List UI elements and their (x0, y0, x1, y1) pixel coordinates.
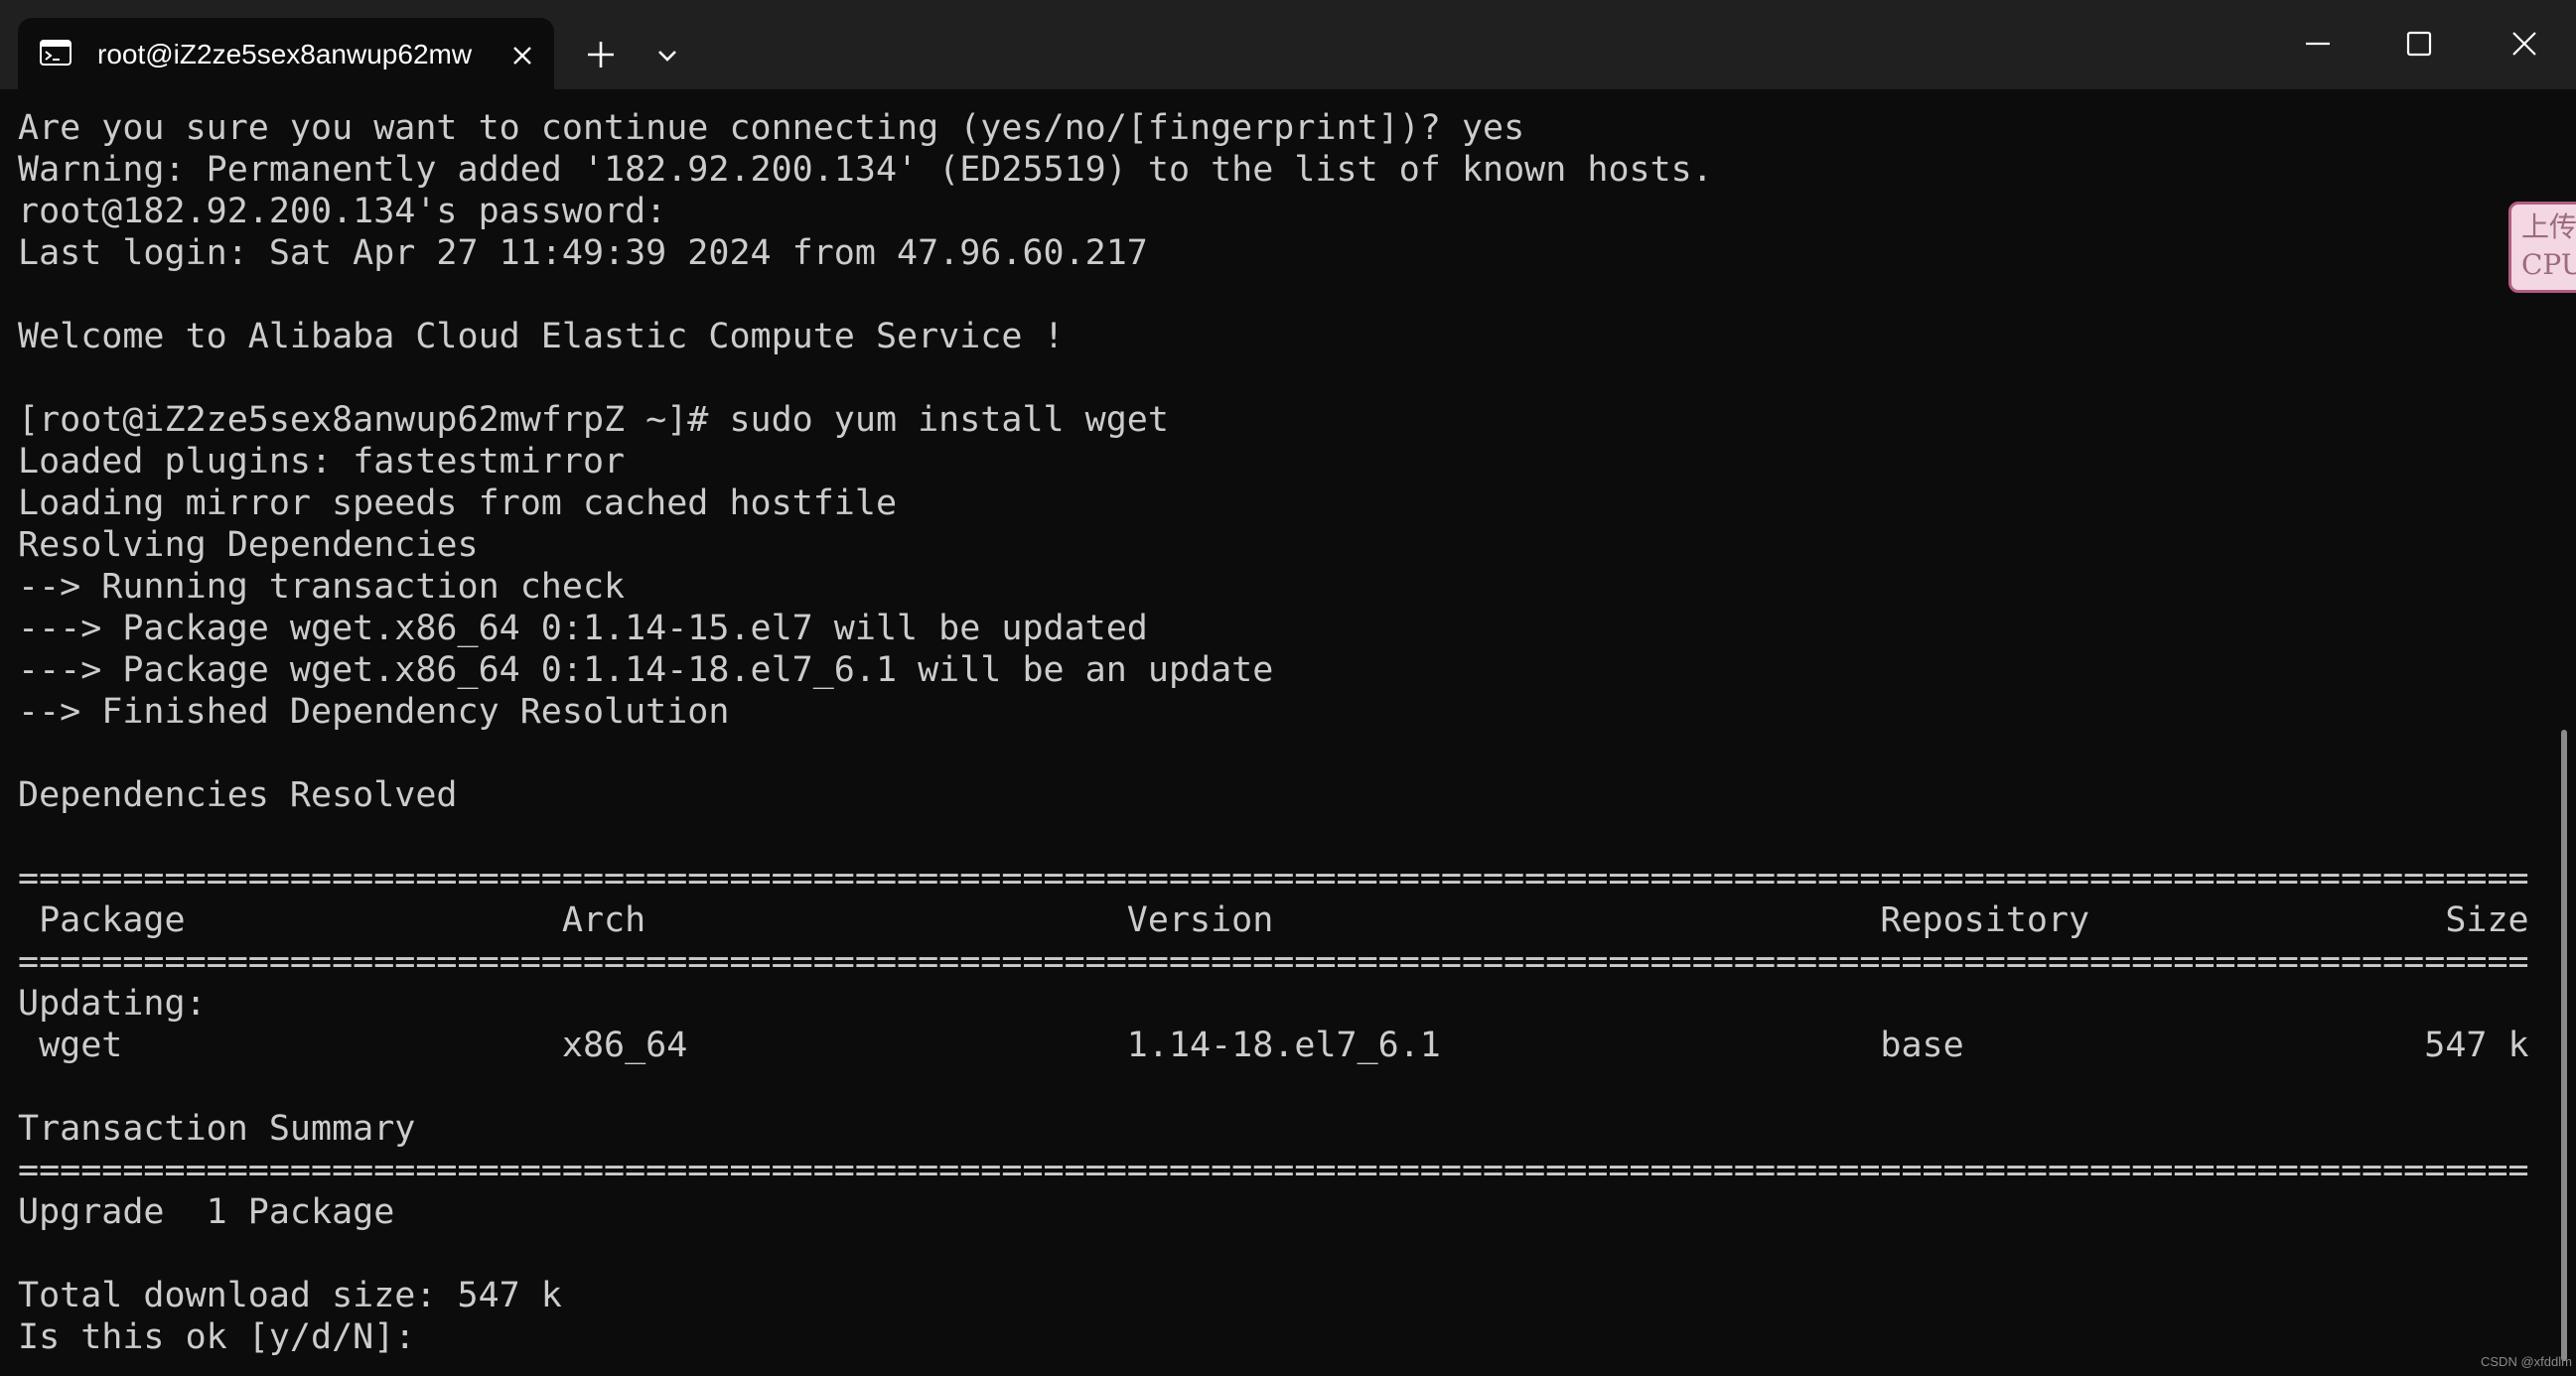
terminal-prompt-line: [root@iZ2ze5sex8anwup62mwfrpZ ~]# sudo y… (18, 400, 1169, 440)
scrollbar-thumb[interactable] (2561, 730, 2567, 1361)
terminal-line: root@182.92.200.134's password: (18, 192, 667, 231)
terminal-line: --> Running transaction check (18, 567, 626, 607)
terminal-table-row: wget x86_64 1.14-18.el7_6.1 base 547 k (18, 1026, 2529, 1065)
terminal-output: Are you sure you want to continue connec… (18, 107, 2529, 1358)
maximize-icon[interactable] (2397, 22, 2441, 66)
window-close-icon[interactable] (2503, 22, 2546, 66)
terminal-line: Loaded plugins: fastestmirror (18, 442, 626, 482)
watermark: CSDN @xfddlm (2481, 1354, 2572, 1369)
terminal-icon (40, 40, 72, 66)
terminal-line: Are you sure you want to continue connec… (18, 108, 1525, 148)
terminal-line: Updating: (18, 984, 207, 1024)
terminal-pane[interactable]: Are you sure you want to continue connec… (0, 89, 2576, 1376)
terminal-line: Upgrade 1 Package (18, 1192, 395, 1232)
tab-title: root@iZ2ze5sex8anwup62mw (97, 39, 473, 69)
terminal-line: Transaction Summary (18, 1109, 416, 1149)
terminal-line: Loading mirror speeds from cached hostfi… (18, 483, 898, 523)
terminal-line: Welcome to Alibaba Cloud Elastic Compute… (18, 317, 1065, 356)
terminal-line: ---> Package wget.x86_64 0:1.14-18.el7_6… (18, 650, 1274, 690)
terminal-separator: ========================================… (18, 942, 2529, 982)
terminal-line: --> Finished Dependency Resolution (18, 692, 730, 732)
terminal-line: ---> Package wget.x86_64 0:1.14-15.el7 w… (18, 609, 1148, 648)
title-bar: root@iZ2ze5sex8anwup62mw (0, 0, 2576, 89)
tab-close-icon[interactable] (506, 40, 538, 71)
terminal-input-prompt[interactable]: Is this ok [y/d/N]: (18, 1316, 2529, 1358)
terminal-line: Total download size: 547 k (18, 1276, 562, 1315)
terminal-line: Warning: Permanently added '182.92.200.1… (18, 150, 1713, 190)
terminal-separator: ========================================… (18, 859, 2529, 898)
tab-terminal[interactable]: root@iZ2ze5sex8anwup62mw (18, 18, 554, 89)
minimize-icon[interactable] (2296, 22, 2340, 66)
terminal-line: Dependencies Resolved (18, 775, 458, 815)
terminal-table-header: Package Arch Version Repository Size (18, 900, 2529, 940)
terminal-line: Resolving Dependencies (18, 525, 479, 565)
terminal-separator: ========================================… (18, 1151, 2529, 1190)
new-tab-plus-icon[interactable] (581, 35, 621, 74)
chevron-down-icon[interactable] (651, 40, 683, 71)
terminal-line: Last login: Sat Apr 27 11:49:39 2024 fro… (18, 233, 1148, 273)
